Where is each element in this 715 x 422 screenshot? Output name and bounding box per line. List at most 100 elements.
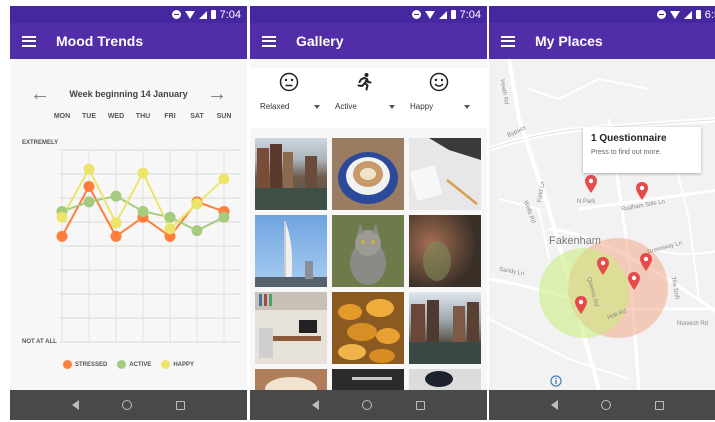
chart-legend: STRESSED ACTIVE HAPPY	[10, 360, 247, 369]
filter-active[interactable]: Active	[327, 68, 402, 120]
legend-swatch	[161, 360, 171, 369]
map-pin-icon[interactable]	[627, 271, 641, 291]
data-point-active[interactable]	[83, 196, 95, 208]
data-point-active[interactable]	[218, 211, 230, 223]
filter-value: Relaxed	[260, 102, 290, 111]
filter-happy[interactable]: Happy	[402, 68, 477, 120]
info-icon[interactable]	[550, 375, 562, 387]
filter-select-active[interactable]: Active	[335, 102, 399, 111]
map-pin-icon[interactable]	[639, 252, 653, 272]
legend-label: ACTIVE	[129, 361, 152, 368]
photo-tile[interactable]	[255, 292, 327, 364]
legend-item-stressed: STRESSED	[62, 360, 107, 369]
week-label: Week beginning 14 January	[69, 89, 188, 99]
home-icon[interactable]	[122, 400, 133, 410]
data-point-stressed[interactable]	[56, 230, 68, 242]
chanterelle-mushrooms-photo	[338, 299, 400, 363]
location-radius	[539, 248, 629, 338]
wifi-icon	[184, 10, 195, 19]
data-point-happy[interactable]	[191, 198, 203, 210]
back-icon[interactable]	[550, 400, 558, 410]
photo-tile[interactable]	[409, 138, 481, 210]
photo-tile[interactable]	[255, 138, 327, 210]
filter-value: Active	[335, 102, 357, 111]
signal-icon	[438, 10, 447, 19]
my-places-screen: 6:5 My Places Fakenham N Park Rudham Sti…	[489, 6, 715, 420]
data-point-active[interactable]	[137, 205, 149, 217]
data-point-happy[interactable]	[110, 217, 122, 229]
smiling-face-icon	[429, 72, 449, 92]
back-icon[interactable]	[71, 400, 79, 410]
y-axis-bottom-label: NOT AT ALL	[22, 339, 57, 345]
status-bar: 7:04	[10, 6, 247, 23]
filter-select-happy[interactable]: Happy	[410, 102, 474, 111]
photo-tile[interactable]	[332, 369, 404, 391]
photo-tile[interactable]	[255, 215, 327, 287]
dropdown-caret-icon	[314, 105, 320, 109]
data-point-stressed[interactable]	[110, 230, 122, 242]
map-label-fakenham: Fakenham	[549, 235, 601, 247]
status-bar: 7:04	[250, 6, 487, 23]
data-point-active[interactable]	[164, 211, 176, 223]
photo-tile[interactable]	[332, 292, 404, 364]
photo-tile[interactable]	[409, 215, 481, 287]
day-label: WED	[107, 113, 125, 120]
map-pin-icon[interactable]	[596, 256, 610, 276]
status-bar: 6:5	[489, 6, 715, 23]
day-labels: MON TUE WED THU FRI SAT SUN	[48, 113, 238, 125]
home-icon[interactable]	[362, 400, 373, 410]
photo-tile[interactable]	[409, 369, 481, 391]
battery-icon	[695, 10, 701, 19]
blurred-indoor-photo	[423, 241, 451, 281]
desk-notebook-pen-photo	[409, 138, 481, 205]
photo-tile[interactable]	[332, 138, 404, 210]
data-point-happy[interactable]	[164, 223, 176, 235]
y-axis-top-label: EXTREMELY	[22, 140, 58, 146]
filter-value: Happy	[410, 102, 434, 111]
week-navigator: ← Week beginning 14 January →	[10, 84, 247, 104]
day-label: FRI	[164, 113, 176, 120]
previous-week-arrow-icon[interactable]: ←	[30, 84, 50, 104]
data-point-happy[interactable]	[83, 163, 95, 175]
photo-tile[interactable]	[255, 369, 327, 391]
data-point-active[interactable]	[110, 190, 122, 202]
signal-icon	[198, 10, 207, 19]
android-nav-bar	[489, 390, 715, 420]
map-view[interactable]: Fakenham N Park Rudham Stile Ln Greenway…	[489, 59, 715, 390]
menu-icon[interactable]	[262, 35, 276, 47]
data-point-happy[interactable]	[218, 173, 230, 185]
mood-trends-screen: 7:04 Mood Trends ← Week beginning 14 Jan…	[10, 6, 247, 420]
data-point-stressed[interactable]	[83, 180, 95, 192]
next-week-arrow-icon[interactable]: →	[207, 84, 227, 104]
data-point-happy[interactable]	[137, 167, 149, 179]
page-title: Gallery	[296, 33, 344, 49]
filter-select-relaxed[interactable]: Relaxed	[260, 102, 324, 111]
app-bar: My Places	[489, 23, 715, 59]
data-point-happy[interactable]	[56, 211, 68, 223]
home-icon[interactable]	[601, 400, 612, 410]
spoon-bowl-photo	[352, 377, 392, 380]
status-time: 6:5	[704, 8, 715, 21]
photo-tile[interactable]	[332, 215, 404, 287]
latte-art-cup-photo	[338, 152, 398, 204]
map-pin-icon[interactable]	[574, 295, 588, 315]
day-label: SUN	[216, 113, 232, 120]
filter-relaxed[interactable]: Relaxed	[252, 68, 327, 120]
recents-icon[interactable]	[416, 400, 426, 410]
map-pin-icon[interactable]	[635, 181, 649, 201]
popup-subtitle: Press to find out more.	[591, 149, 662, 156]
photo-tile[interactable]	[409, 292, 481, 364]
questionnaire-popup[interactable]: 1 Questionnaire Press to find out more.	[583, 127, 701, 173]
battery-icon	[450, 10, 456, 19]
map-pin-icon[interactable]	[584, 174, 598, 194]
recents-icon[interactable]	[176, 400, 186, 410]
legend-swatch	[62, 360, 72, 369]
menu-icon[interactable]	[22, 35, 36, 47]
menu-icon[interactable]	[501, 35, 515, 47]
android-nav-bar	[250, 390, 487, 420]
data-point-active[interactable]	[191, 225, 203, 237]
recents-icon[interactable]	[655, 400, 665, 410]
back-icon[interactable]	[311, 400, 319, 410]
office-desk-room-photo	[255, 292, 327, 358]
page-title: Mood Trends	[56, 33, 144, 49]
